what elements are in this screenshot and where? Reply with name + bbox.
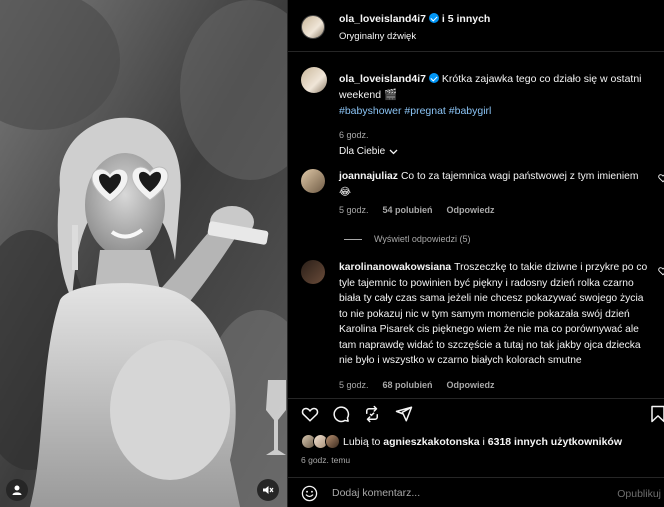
- audio-label[interactable]: Oryginalny dźwięk: [339, 31, 416, 42]
- heart-icon[interactable]: [658, 266, 664, 276]
- comment-sort-dropdown[interactable]: Dla Ciebie: [339, 146, 398, 157]
- collab-count[interactable]: i 5 innych: [442, 13, 490, 25]
- comment-text: joannajuliaz Co to za tajemnica wagi pańs…: [339, 169, 652, 200]
- liker-avatar: [325, 434, 340, 449]
- likes-middle: i: [482, 436, 485, 448]
- likes-prefix: Lubią to: [343, 436, 381, 448]
- user-tag-icon: [12, 485, 22, 495]
- bookmark-icon[interactable]: [649, 405, 664, 423]
- comment-meta: 5 godz. 54 polubień Odpowiedz: [339, 205, 495, 215]
- post-header: ola_loveisland4i7 i 5 innych Oryginalny …: [288, 0, 664, 52]
- comments-scroll-area[interactable]: ola_loveisland4i7 Krótka zajawka tego co…: [288, 53, 664, 398]
- comment-time: 5 godz.: [339, 380, 369, 390]
- caption-username[interactable]: ola_loveisland4i7: [339, 73, 426, 85]
- comment-body: Troszeczkę to takie dziwne i przykre po …: [339, 262, 648, 366]
- author-names: ola_loveisland4i7 i 5 innych: [339, 13, 490, 25]
- caption-time: 6 godz.: [339, 130, 369, 140]
- heart-icon[interactable]: [301, 405, 319, 423]
- liker-username[interactable]: agnieszkakotonska: [383, 436, 479, 448]
- caption-text: ola_loveisland4i7 Krótka zajawka tego co…: [339, 71, 657, 119]
- chevron-down-icon: [389, 149, 398, 154]
- hashtag[interactable]: #pregnat: [404, 105, 445, 117]
- commenter-avatar[interactable]: [301, 260, 325, 284]
- likers-avatar-stack: [301, 434, 341, 450]
- post-media[interactable]: [0, 0, 287, 507]
- author-avatar[interactable]: [301, 15, 325, 39]
- likes-count[interactable]: 6318 innych użytkowników: [488, 436, 622, 448]
- commenter-avatar[interactable]: [301, 169, 325, 193]
- post-timestamp: 6 godz. temu: [301, 455, 351, 465]
- emoji-icon[interactable]: [301, 485, 318, 502]
- mute-icon: [263, 486, 274, 494]
- verified-icon: [428, 13, 439, 23]
- mute-button[interactable]: [257, 479, 279, 501]
- user-tag-button[interactable]: [6, 479, 28, 501]
- comment-time: 5 godz.: [339, 205, 369, 215]
- commenter-username[interactable]: karolinanowakowsiana: [339, 262, 451, 273]
- author-username[interactable]: ola_loveisland4i7: [339, 13, 426, 25]
- commenter-username[interactable]: joannajuliaz: [339, 171, 398, 182]
- likes-summary[interactable]: Lubią to agnieszkakotonska i 6318 innych…: [301, 434, 622, 450]
- verified-icon: [428, 73, 439, 83]
- reply-button[interactable]: Odpowiedz: [447, 380, 495, 390]
- comment-icon[interactable]: [332, 405, 350, 423]
- comment-input[interactable]: [332, 482, 582, 504]
- publish-button[interactable]: Opublikuj: [617, 488, 661, 500]
- caption-emoji: 🎬: [383, 89, 398, 101]
- replies-line: [344, 238, 362, 240]
- reply-button[interactable]: Odpowiedz: [447, 205, 495, 215]
- comment-meta: 5 godz. 68 polubień Odpowiedz: [339, 380, 495, 390]
- comment-item: joannajuliaz Co to za tajemnica wagi pańs…: [301, 169, 664, 224]
- add-comment-bar: Opublikuj: [288, 477, 664, 507]
- hashtag[interactable]: #babyshower: [339, 105, 401, 117]
- hashtag[interactable]: #babygirl: [449, 105, 492, 117]
- post-details-panel: ola_loveisland4i7 i 5 innych Oryginalny …: [287, 0, 664, 507]
- post-photo: [0, 0, 287, 507]
- heart-icon[interactable]: [658, 173, 664, 183]
- comment-text: karolinanowakowsiana Troszeczkę to takie …: [339, 260, 652, 369]
- caption-avatar[interactable]: [301, 67, 327, 93]
- view-replies-label: Wyświetl odpowiedzi (5): [374, 234, 471, 244]
- repost-icon[interactable]: [363, 405, 381, 423]
- comment-likes[interactable]: 54 polubień: [383, 205, 433, 215]
- comment-likes[interactable]: 68 polubień: [383, 380, 433, 390]
- hashtags: #babyshower #pregnat #babygirl: [339, 105, 491, 117]
- sort-label: Dla Ciebie: [339, 146, 386, 157]
- action-bar: [288, 398, 664, 428]
- share-icon[interactable]: [395, 405, 413, 423]
- view-replies-button[interactable]: Wyświetl odpowiedzi (5): [344, 234, 470, 244]
- comment-item: karolinanowakowsiana Troszeczkę to takie …: [301, 260, 664, 395]
